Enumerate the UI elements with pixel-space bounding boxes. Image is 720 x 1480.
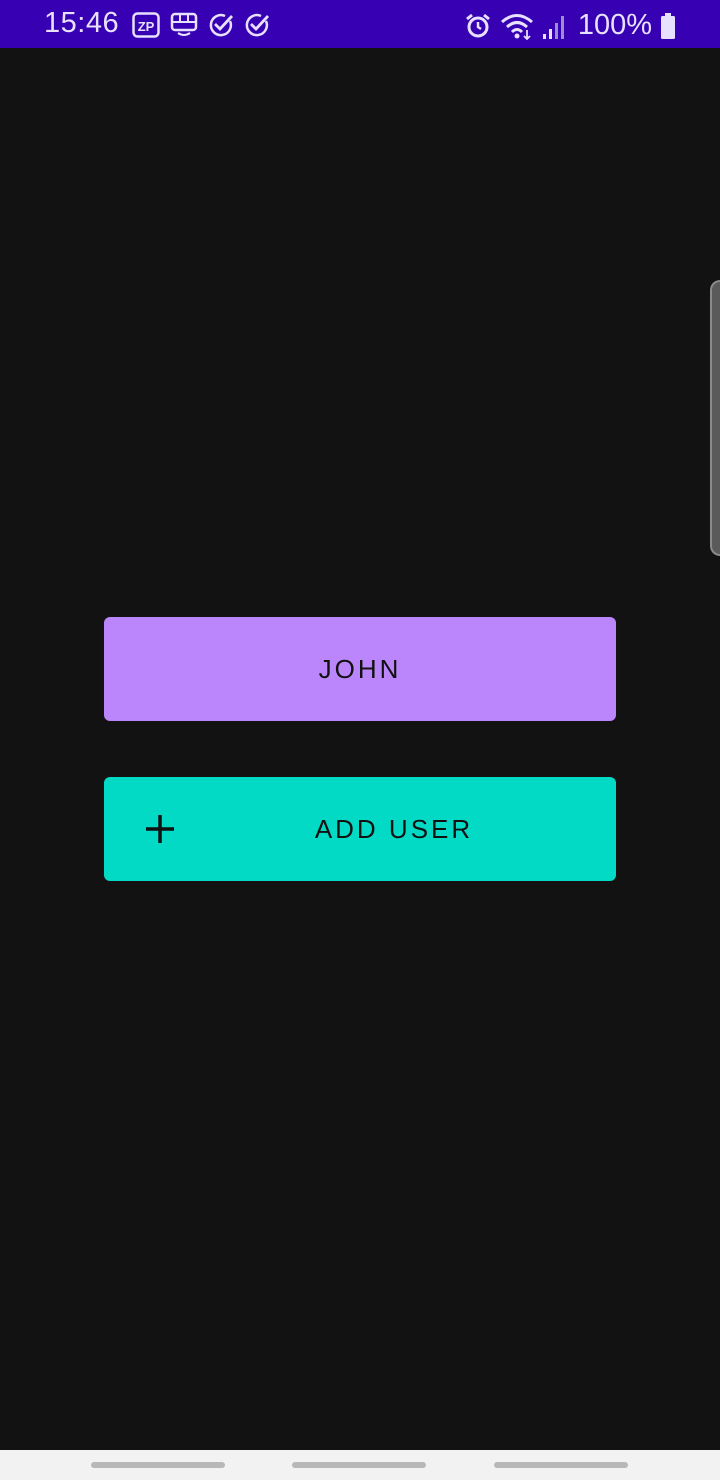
battery-icon [661,12,675,39]
notification-icons: ZP [132,12,270,38]
alarm-icon [465,13,490,37]
check-circle-icon [209,13,234,37]
add-user-button[interactable]: ADD USER [104,777,616,881]
user-button-label: JOHN [318,653,402,684]
status-bar: 15:46 ZP 100% [0,0,720,48]
nav-pill[interactable] [292,1462,426,1468]
nav-pill[interactable] [91,1462,225,1468]
nav-pill[interactable] [494,1462,628,1468]
check-circle-icon [245,13,270,37]
user-john-button[interactable]: JOHN [104,617,616,721]
svg-text:ZP: ZP [138,19,155,34]
zp-app-icon: ZP [132,12,160,38]
plus-icon [146,815,174,843]
status-time: 15:46 [44,7,120,39]
gesture-nav-bar [0,1450,720,1480]
edge-panel-handle[interactable] [710,280,720,556]
add-user-label: ADD USER [314,813,474,844]
system-icons: 100% [464,9,676,42]
wifi-icon [500,13,533,40]
bus-icon [170,12,198,36]
battery-percent: 100% [577,9,652,41]
signal-icon [542,15,564,39]
